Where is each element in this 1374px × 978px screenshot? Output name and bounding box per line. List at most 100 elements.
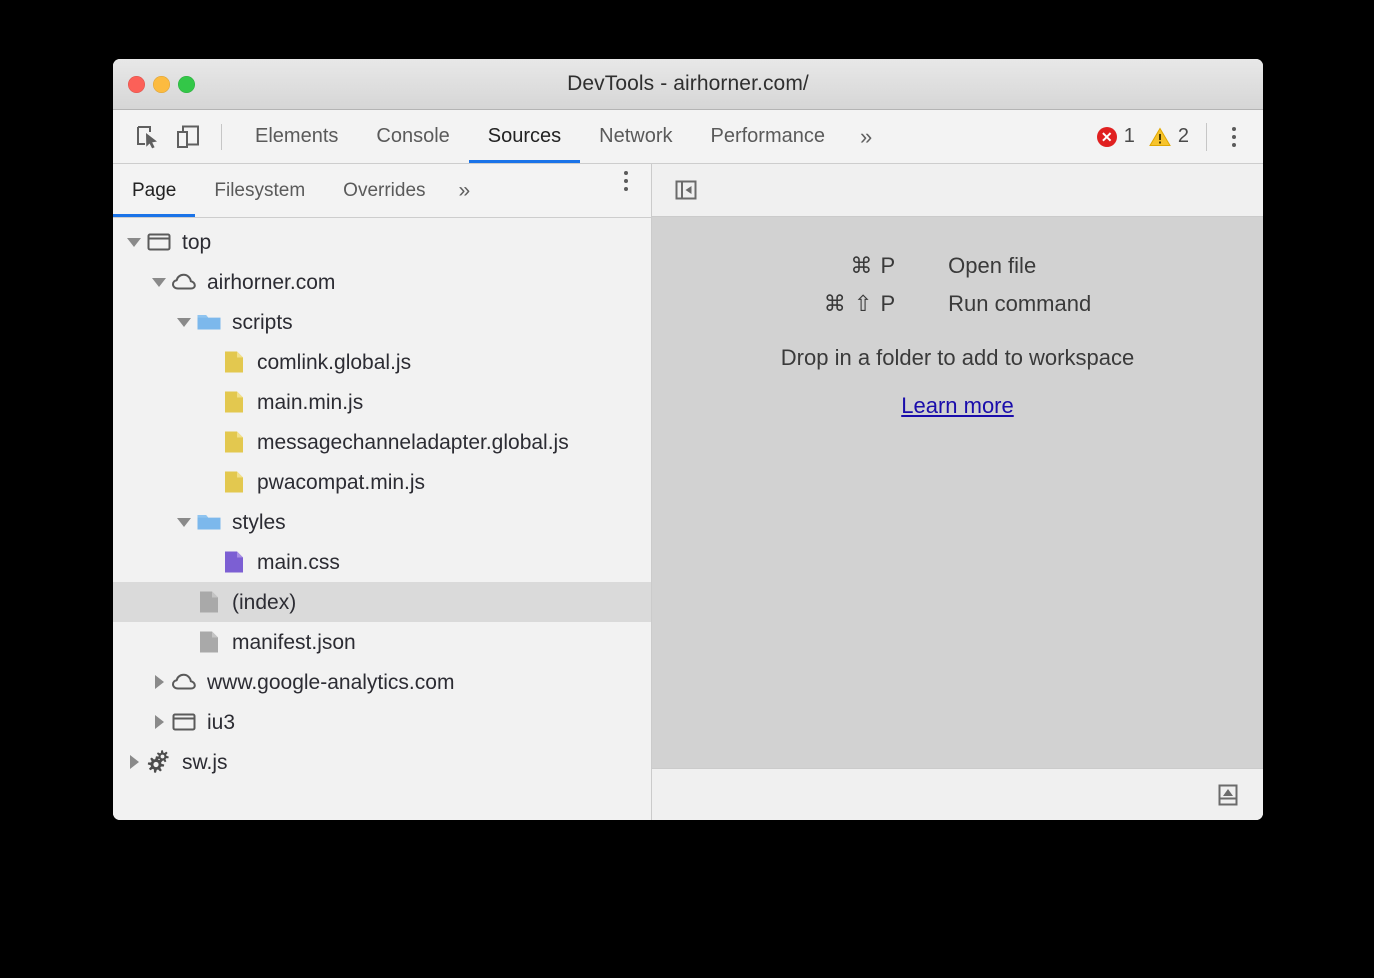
file-tree: top airhorner.com scripts comlink.global.js… bbox=[113, 218, 651, 820]
device-toolbar-icon bbox=[175, 124, 201, 150]
warning-count-badge[interactable]: 2 bbox=[1142, 125, 1196, 148]
document-icon bbox=[195, 628, 223, 656]
tree-row[interactable]: iu3 bbox=[113, 702, 651, 742]
window-titlebar: DevTools - airhorner.com/ bbox=[113, 59, 1263, 110]
tree-item-label: scripts bbox=[232, 312, 293, 333]
tree-item-icon bbox=[220, 428, 248, 456]
tab-sources[interactable]: Sources bbox=[469, 110, 580, 163]
tree-item-label: airhorner.com bbox=[207, 272, 335, 293]
tree-row[interactable]: sw.js bbox=[113, 742, 651, 782]
twisty-collapsed-icon[interactable] bbox=[123, 755, 145, 769]
js-file-icon bbox=[220, 428, 248, 456]
cloud-icon bbox=[170, 268, 198, 296]
tab-elements[interactable]: Elements bbox=[236, 110, 357, 163]
service-worker-icon bbox=[145, 748, 173, 776]
js-file-icon bbox=[220, 468, 248, 496]
toolbar-divider bbox=[221, 124, 222, 150]
kebab-dot bbox=[624, 179, 628, 183]
tree-item-icon bbox=[220, 548, 248, 576]
document-icon bbox=[195, 588, 223, 616]
tree-row[interactable]: (index) bbox=[113, 582, 651, 622]
more-subtabs-button[interactable]: » bbox=[445, 164, 485, 217]
close-window-button[interactable] bbox=[128, 76, 145, 93]
tree-item-icon bbox=[220, 348, 248, 376]
js-file-icon bbox=[220, 388, 248, 416]
screenshot-stage: DevTools - airhorner.com/ Eleme bbox=[0, 0, 1374, 978]
learn-more-link[interactable]: Learn more bbox=[901, 393, 1014, 419]
editor-footer bbox=[652, 768, 1263, 820]
toolbar-right-group: ✕ 1 2 bbox=[1090, 120, 1249, 154]
shortcut-description: Run command bbox=[948, 291, 1091, 317]
cloud-icon bbox=[170, 668, 198, 696]
editor-empty-state: ⌘ POpen file⌘ ⇧ PRun command Drop in a f… bbox=[652, 217, 1263, 768]
inspect-element-button[interactable] bbox=[131, 120, 165, 154]
tree-row[interactable]: manifest.json bbox=[113, 622, 651, 662]
tree-item-icon bbox=[170, 668, 198, 696]
twisty-expanded-icon[interactable] bbox=[148, 278, 170, 287]
inspect-element-icon bbox=[135, 124, 161, 150]
collapse-sidebar-button[interactable] bbox=[670, 174, 702, 206]
tree-row[interactable]: main.css bbox=[113, 542, 651, 582]
devtools-body: Page Filesystem Overrides » bbox=[113, 164, 1263, 820]
twisty-expanded-icon[interactable] bbox=[173, 518, 195, 527]
tree-item-label: manifest.json bbox=[232, 632, 356, 653]
tab-console[interactable]: Console bbox=[357, 110, 468, 163]
shortcut-list: ⌘ POpen file⌘ ⇧ PRun command bbox=[824, 253, 1091, 317]
tree-item-label: top bbox=[182, 232, 211, 253]
more-panels-button[interactable]: » bbox=[844, 110, 888, 163]
minimize-window-button[interactable] bbox=[153, 76, 170, 93]
kebab-dot bbox=[624, 171, 628, 175]
tree-item-icon bbox=[195, 628, 223, 656]
chevron-double-right-icon: » bbox=[459, 179, 471, 203]
error-circle-icon: ✕ bbox=[1097, 127, 1117, 147]
twisty-collapsed-icon[interactable] bbox=[148, 715, 170, 729]
tab-sources-label: Sources bbox=[488, 125, 561, 148]
tree-item-icon bbox=[145, 748, 173, 776]
zoom-window-button[interactable] bbox=[178, 76, 195, 93]
twisty-triangle bbox=[127, 238, 141, 247]
tree-item-icon bbox=[170, 708, 198, 736]
devtools-main-toolbar: Elements Console Sources Network Perform… bbox=[113, 110, 1263, 164]
navigator-menu-button[interactable] bbox=[611, 164, 641, 198]
tree-row[interactable]: top bbox=[113, 222, 651, 262]
sources-navigator-pane: Page Filesystem Overrides » bbox=[113, 164, 652, 820]
tree-item-label: messagechanneladapter.global.js bbox=[257, 432, 569, 453]
error-count-badge[interactable]: ✕ 1 bbox=[1090, 125, 1142, 148]
error-count-label: 1 bbox=[1124, 125, 1135, 148]
twisty-expanded-icon[interactable] bbox=[173, 318, 195, 327]
folder-icon bbox=[195, 308, 223, 336]
show-drawer-button[interactable] bbox=[1211, 778, 1245, 812]
subtab-overrides[interactable]: Overrides bbox=[324, 164, 444, 217]
twisty-triangle bbox=[130, 755, 139, 769]
tree-row[interactable]: styles bbox=[113, 502, 651, 542]
tree-item-label: main.min.js bbox=[257, 392, 363, 413]
tree-item-icon bbox=[195, 308, 223, 336]
twisty-triangle bbox=[155, 715, 164, 729]
shortcut-keys: ⌘ ⇧ P bbox=[824, 291, 896, 317]
subtab-filesystem-label: Filesystem bbox=[214, 180, 305, 202]
twisty-expanded-icon[interactable] bbox=[123, 238, 145, 247]
shortcut-keys: ⌘ P bbox=[824, 253, 896, 279]
tree-row[interactable]: comlink.global.js bbox=[113, 342, 651, 382]
tree-item-icon bbox=[220, 388, 248, 416]
tree-row[interactable]: airhorner.com bbox=[113, 262, 651, 302]
js-file-icon bbox=[220, 348, 248, 376]
subtab-overrides-label: Overrides bbox=[343, 180, 425, 202]
tab-network[interactable]: Network bbox=[580, 110, 691, 163]
twisty-collapsed-icon[interactable] bbox=[148, 675, 170, 689]
subtab-page[interactable]: Page bbox=[113, 164, 195, 217]
tree-row[interactable]: www.google-analytics.com bbox=[113, 662, 651, 702]
frame-icon bbox=[170, 708, 198, 736]
tab-console-label: Console bbox=[376, 125, 449, 148]
tree-row[interactable]: main.min.js bbox=[113, 382, 651, 422]
subtab-filesystem[interactable]: Filesystem bbox=[195, 164, 324, 217]
tree-row[interactable]: messagechanneladapter.global.js bbox=[113, 422, 651, 462]
sources-editor-pane: ⌘ POpen file⌘ ⇧ PRun command Drop in a f… bbox=[652, 164, 1263, 820]
devtools-window: DevTools - airhorner.com/ Eleme bbox=[113, 59, 1263, 820]
frame-icon bbox=[145, 228, 173, 256]
tab-performance[interactable]: Performance bbox=[692, 110, 845, 163]
device-toolbar-button[interactable] bbox=[171, 120, 205, 154]
tree-row[interactable]: pwacompat.min.js bbox=[113, 462, 651, 502]
main-menu-button[interactable] bbox=[1219, 120, 1249, 154]
tree-row[interactable]: scripts bbox=[113, 302, 651, 342]
